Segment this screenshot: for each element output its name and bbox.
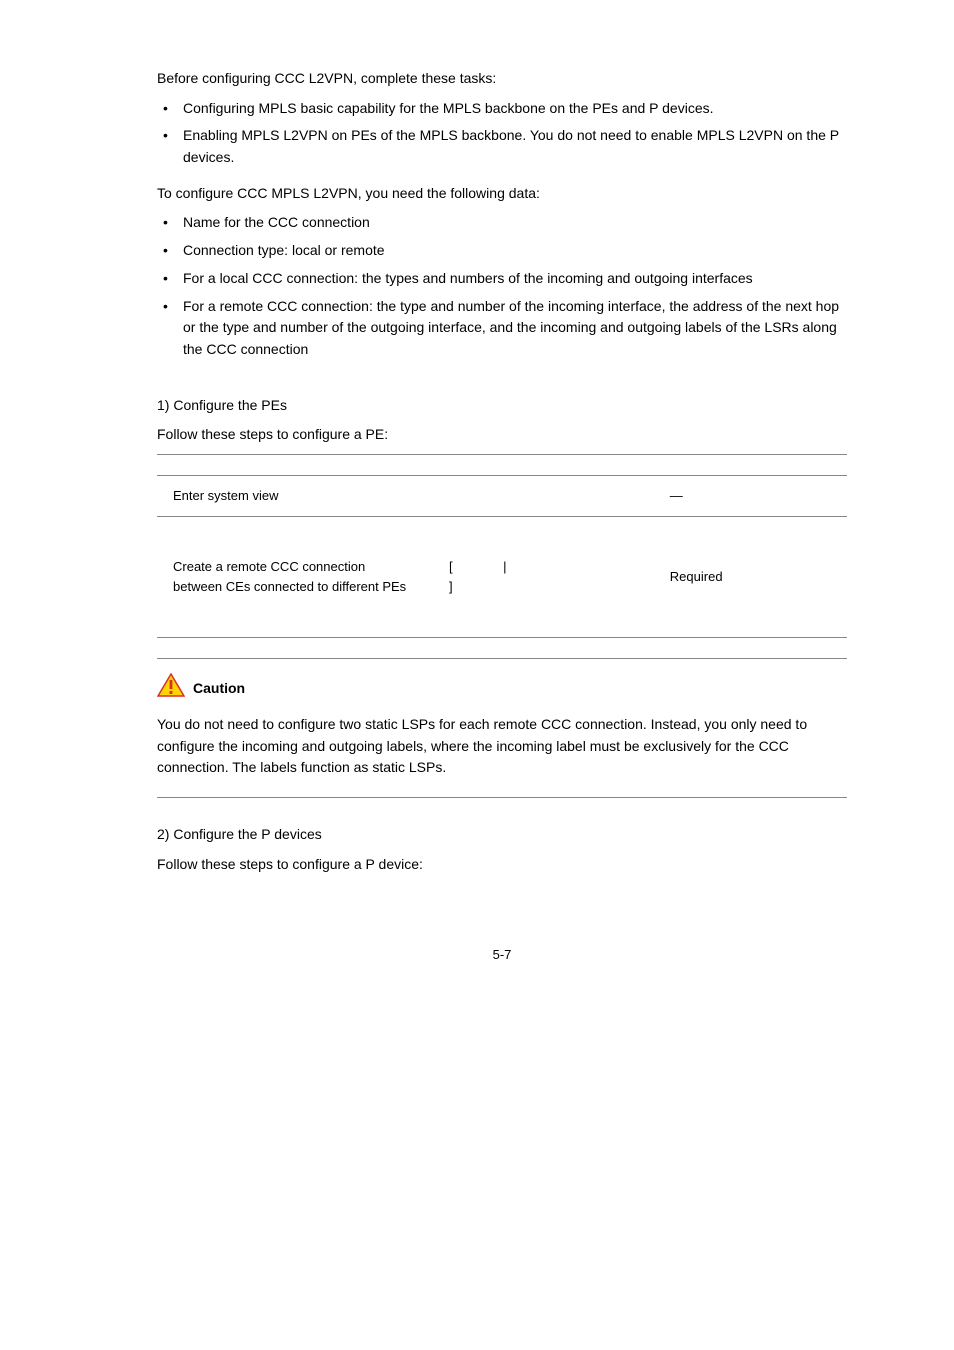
col-cmd [433, 454, 654, 475]
cell-cmd [433, 475, 654, 516]
caution-body: You do not need to configure two static … [157, 714, 847, 779]
tasks-list: Configuring MPLS basic capability for th… [157, 98, 847, 169]
cell-cmd: [ | ] [433, 517, 654, 638]
col-todo [157, 454, 433, 475]
caution-title: Caution [193, 678, 245, 700]
caution-icon [157, 673, 185, 704]
config-table: Enter system view — Create a remote CCC … [157, 454, 847, 638]
list-item: Configuring MPLS basic capability for th… [157, 98, 847, 120]
list-item: Connection type: local or remote [157, 240, 847, 262]
step2-follow: Follow these steps to configure a P devi… [157, 854, 847, 876]
list-item: For a local CCC connection: the types an… [157, 268, 847, 290]
step1-label: 1) Configure the PEs [157, 395, 847, 417]
step1-follow: Follow these steps to configure a PE: [157, 424, 847, 446]
col-remark [654, 454, 847, 475]
table-row: Create a remote CCC connection between C… [157, 517, 847, 638]
page-number: 5-7 [157, 945, 847, 965]
list-item: Enabling MPLS L2VPN on PEs of the MPLS b… [157, 125, 847, 168]
cell-todo: Create a remote CCC connection between C… [157, 517, 433, 638]
list-item: For a remote CCC connection: the type an… [157, 296, 847, 361]
cell-todo: Enter system view [157, 475, 433, 516]
step2-label: 2) Configure the P devices [157, 824, 847, 846]
need-lead: To configure CCC MPLS L2VPN, you need th… [157, 183, 847, 205]
data-list: Name for the CCC connection Connection t… [157, 212, 847, 360]
list-item: Name for the CCC connection [157, 212, 847, 234]
cell-remark: — [654, 475, 847, 516]
cell-remark: Required [654, 517, 847, 638]
intro-lead: Before configuring CCC L2VPN, complete t… [157, 68, 847, 90]
caution-box: Caution You do not need to configure two… [157, 658, 847, 798]
table-row: Enter system view — [157, 475, 847, 516]
